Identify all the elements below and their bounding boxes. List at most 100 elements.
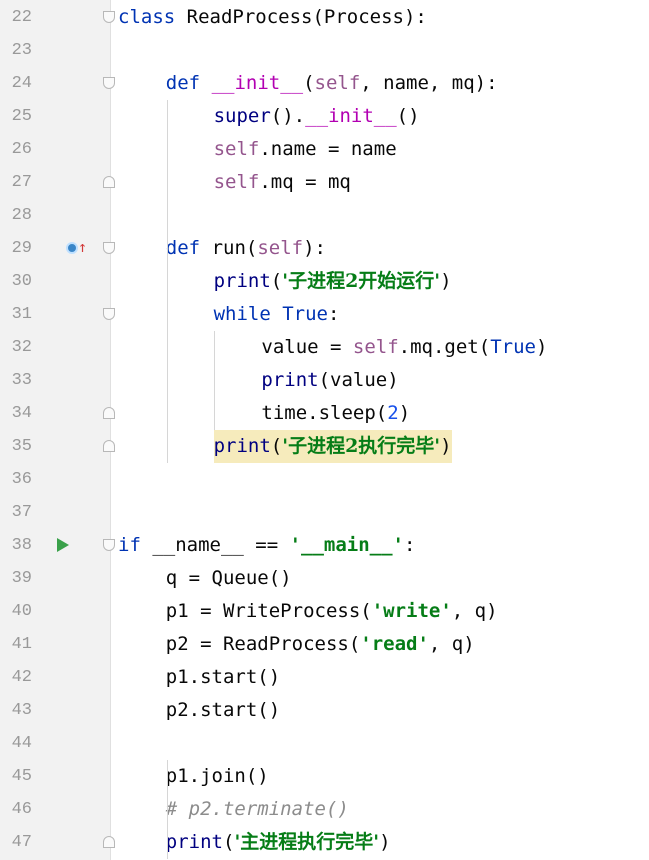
code-line[interactable]: 31 while True:: [0, 298, 649, 331]
code-line[interactable]: 45 p1.join(): [0, 760, 649, 793]
code-token: , q): [428, 633, 475, 655]
code-token: value =: [261, 336, 353, 358]
code-text: p1 = WriteProcess('write', q): [166, 595, 498, 628]
code-token: p1 = WriteProcess(: [165, 600, 372, 622]
code-line[interactable]: 37: [0, 496, 649, 529]
code-line[interactable]: 22 class ReadProcess(Process):: [0, 1, 649, 34]
fold-collapse-icon[interactable]: [103, 836, 115, 848]
code-line[interactable]: 40 p1 = WriteProcess('write', q): [0, 595, 649, 628]
line-number: 41: [11, 635, 32, 654]
code-token: '__main__': [289, 534, 404, 556]
code-token: def: [165, 72, 212, 94]
fold-collapse-icon[interactable]: [103, 440, 115, 452]
code-text: self.mq = mq: [214, 166, 351, 199]
fold-expand-icon[interactable]: [103, 11, 115, 23]
code-token: (: [270, 435, 283, 457]
code-line[interactable]: 26 self.name = name: [0, 133, 649, 166]
line-number: 31: [11, 305, 32, 324]
code-line[interactable]: 32 value = self.mq.get(True): [0, 331, 649, 364]
line-number: 40: [11, 602, 32, 621]
code-line[interactable]: 34 time.sleep(2): [0, 397, 649, 430]
code-line[interactable]: 25 super().__init__(): [0, 100, 649, 133]
fold-collapse-icon[interactable]: [103, 407, 115, 419]
code-token: super: [213, 105, 271, 127]
code-line[interactable]: 46 # p2.terminate(): [0, 793, 649, 826]
code-token: class: [118, 6, 187, 28]
line-number: 44: [11, 734, 32, 753]
code-line[interactable]: 23: [0, 34, 649, 67]
fold-expand-icon[interactable]: [103, 77, 115, 89]
code-token: .mq.get(: [398, 336, 491, 358]
code-line[interactable]: 44: [0, 727, 649, 760]
code-text: if __name__ == '__main__':: [118, 529, 415, 562]
line-number: 28: [11, 206, 32, 225]
code-token: print: [261, 369, 319, 391]
code-token: ().: [270, 105, 306, 127]
code-line[interactable]: 42 p1.start(): [0, 661, 649, 694]
code-token: '子进程2开始运行': [282, 270, 441, 292]
code-token: def: [165, 237, 212, 259]
code-token: run(: [211, 237, 258, 259]
code-text: value = self.mq.get(True): [261, 331, 547, 364]
code-token: __init__: [211, 72, 304, 94]
code-text: p2.start(): [166, 694, 280, 727]
code-token: (: [223, 831, 235, 853]
code-text: while True:: [214, 298, 340, 331]
code-token: p2 = ReadProcess(: [165, 633, 361, 655]
line-number: 38: [11, 536, 32, 555]
code-token: self: [213, 138, 260, 160]
code-token: 'read': [360, 633, 429, 655]
line-number: 37: [11, 503, 32, 522]
code-line[interactable]: 24 def __init__(self, name, mq):: [0, 67, 649, 100]
code-line[interactable]: 27 self.mq = mq: [0, 166, 649, 199]
code-line[interactable]: 28: [0, 199, 649, 232]
code-token: ): [440, 435, 452, 457]
code-text: class ReadProcess(Process):: [118, 1, 427, 34]
code-line[interactable]: 38 if __name__ == '__main__':: [0, 529, 649, 562]
code-token: self: [314, 72, 361, 94]
code-text: print('子进程2执行完毕'): [213, 430, 452, 463]
code-token: if: [118, 534, 153, 556]
code-line[interactable]: 41 p2 = ReadProcess('read', q): [0, 628, 649, 661]
code-token: p1.join(): [165, 765, 269, 787]
code-token: :: [404, 534, 416, 556]
code-token: print: [165, 831, 223, 853]
code-line[interactable]: 39 q = Queue(): [0, 562, 649, 595]
fold-expand-icon[interactable]: [103, 242, 115, 254]
code-token: self: [352, 336, 399, 358]
run-icon[interactable]: [57, 538, 69, 552]
code-text: p1.join(): [166, 760, 269, 793]
code-token: __init__: [305, 105, 397, 127]
line-number: 24: [11, 74, 32, 93]
code-token: , name, mq):: [360, 72, 498, 94]
code-token: , q): [451, 600, 498, 622]
code-token: ReadProcess(Process):: [186, 6, 427, 28]
code-token: ): [379, 831, 391, 853]
override-method-icon[interactable]: [66, 242, 78, 254]
code-line[interactable]: 30 print('子进程2开始运行'): [0, 265, 649, 298]
fold-collapse-icon[interactable]: [103, 176, 115, 188]
code-token: ):: [303, 237, 326, 259]
code-line[interactable]: 29 def run(self):: [0, 232, 649, 265]
fold-expand-icon[interactable]: [103, 539, 115, 551]
code-line[interactable]: 35 print('子进程2执行完毕'): [0, 430, 649, 463]
line-number: 36: [11, 470, 32, 489]
code-line[interactable]: 47 print('主进程执行完毕'): [0, 826, 649, 859]
indent-guide: [167, 760, 168, 859]
code-token: p1.start(): [165, 666, 281, 688]
code-editor[interactable]: 22 class ReadProcess(Process): 23 24 def __i…: [0, 0, 649, 860]
line-number: 35: [11, 437, 32, 456]
line-number: 32: [11, 338, 32, 357]
code-token: '子进程2执行完毕': [282, 435, 441, 457]
code-line[interactable]: 43 p2.start(): [0, 694, 649, 727]
code-token: ): [440, 270, 452, 292]
code-token: self: [213, 171, 260, 193]
code-token: # p2.terminate(): [165, 798, 349, 820]
code-token: self: [257, 237, 304, 259]
code-token: print: [213, 270, 271, 292]
code-line[interactable]: 33 print(value): [0, 364, 649, 397]
code-line[interactable]: 36: [0, 463, 649, 496]
fold-expand-icon[interactable]: [103, 308, 115, 320]
code-token: True: [282, 303, 328, 325]
line-number: 25: [11, 107, 32, 126]
